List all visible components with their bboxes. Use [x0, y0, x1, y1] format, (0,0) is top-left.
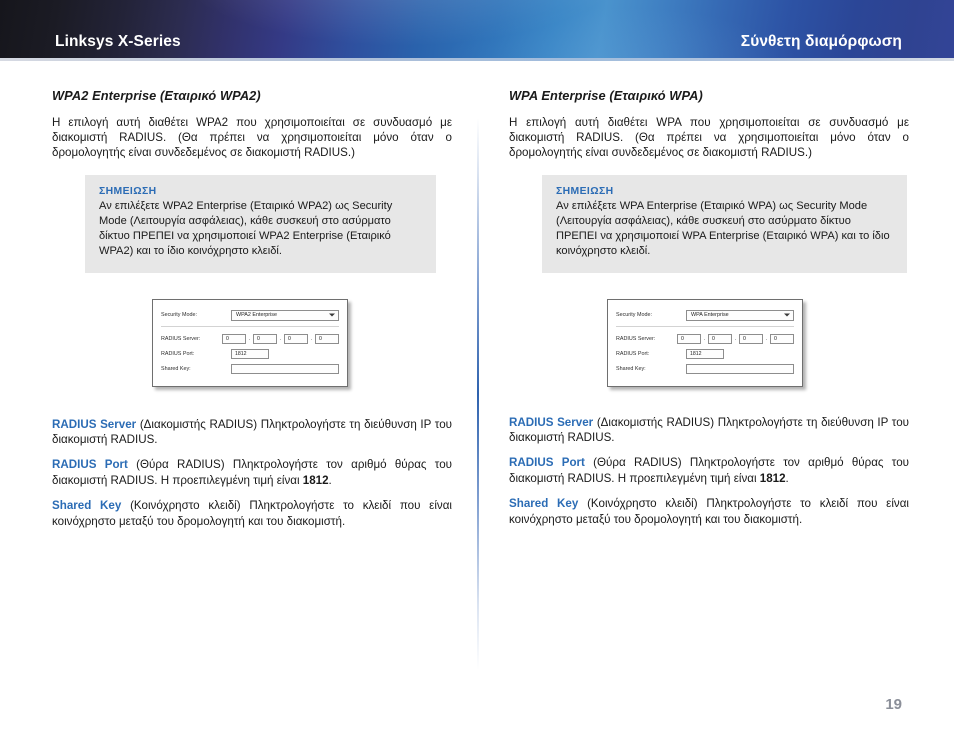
right-definition-radius-port: RADIUS Port (Θύρα RADIUS) Πληκτρολογήστε…: [509, 455, 909, 486]
right-radius-port-row: RADIUS Port: 1812: [616, 348, 794, 361]
octet-separator-3: .: [765, 336, 768, 343]
left-router-ui-figure: Security Mode: WPA2 Enterprise RADIUS Se…: [152, 298, 452, 387]
chevron-down-icon: [784, 313, 790, 317]
right-shared-key-row: Shared Key:: [616, 363, 794, 376]
right-term-radius-server: RADIUS Server: [509, 415, 594, 429]
left-radius-port-input[interactable]: 1812: [231, 349, 269, 360]
right-panel-rule: [616, 325, 794, 327]
right-shared-key-label: Shared Key:: [616, 366, 646, 373]
chevron-down-icon: [329, 313, 335, 317]
left-shared-key-label: Shared Key:: [161, 366, 191, 373]
left-intro-paragraph: Η επιλογή αυτή διαθέτει WPA2 που χρησιμο…: [52, 116, 452, 160]
right-security-mode-select[interactable]: WPA Enterprise: [686, 309, 794, 321]
left-column: WPA2 Enterprise (Εταιρικό WPA2) Η επιλογ…: [52, 88, 452, 539]
right-radius-octet-1[interactable]: 0: [677, 334, 701, 345]
left-panel-rule: [161, 325, 339, 327]
right-radius-octet-2[interactable]: 0: [708, 334, 732, 345]
right-column: WPA Enterprise (Εταιρικό WPA) Η επιλογή …: [509, 88, 909, 537]
right-definitions: RADIUS Server (Διακομιστής RADIUS) Πληκτ…: [509, 415, 909, 527]
page-number: 19: [885, 696, 902, 713]
left-section-heading: WPA2 Enterprise (Εταιρικό WPA2): [52, 88, 261, 103]
left-shared-key-input[interactable]: [231, 364, 339, 375]
left-radius-octet-1[interactable]: 0: [222, 334, 246, 345]
octet-separator-2: .: [279, 336, 282, 343]
right-note-box: ΣΗΜΕΙΩΣΗ Αν επιλέξετε WPA Enterprise (Ετ…: [542, 174, 907, 273]
right-section-heading: WPA Enterprise (Εταιρικό WPA): [509, 88, 703, 103]
right-security-mode-value: WPA Enterprise: [691, 312, 729, 319]
left-security-mode-value: WPA2 Enterprise: [236, 312, 277, 319]
right-router-ui-figure: Security Mode: WPA Enterprise RADIUS Ser…: [607, 298, 909, 387]
octet-separator-2: .: [734, 336, 737, 343]
left-term-radius-server: RADIUS Server: [52, 417, 137, 431]
left-definition-radius-server: RADIUS Server (Διακομιστής RADIUS) Πληκτ…: [52, 417, 452, 448]
octet-separator-3: .: [310, 336, 313, 343]
left-radius-server-octets: 0 . 0 . 0 . 0: [222, 334, 339, 345]
left-radius-port-label: RADIUS Port:: [161, 351, 195, 358]
left-radius-octet-3[interactable]: 0: [284, 334, 308, 345]
left-security-mode-row: Security Mode: WPA2 Enterprise: [161, 309, 339, 322]
right-security-settings-panel: Security Mode: WPA Enterprise RADIUS Ser…: [607, 298, 803, 387]
column-divider: [477, 118, 479, 670]
left-note-body: Αν επιλέξετε WPA2 Enterprise (Εταιρικό W…: [99, 199, 393, 257]
left-radius-port-row: RADIUS Port: 1812: [161, 348, 339, 361]
left-radius-server-label: RADIUS Server:: [161, 336, 201, 343]
right-radius-server-label: RADIUS Server:: [616, 336, 656, 343]
right-radius-port-default: 1812: [759, 471, 786, 485]
right-definition-radius-server: RADIUS Server (Διακομιστής RADIUS) Πληκτ…: [509, 415, 909, 446]
right-text-radius-port-after: .: [785, 471, 789, 485]
right-shared-key-input[interactable]: [686, 364, 794, 375]
right-radius-server-row: RADIUS Server: 0 . 0 . 0 . 0: [616, 333, 794, 346]
left-text-radius-port-after: .: [328, 473, 332, 487]
right-security-mode-label: Security Mode:: [616, 312, 652, 319]
right-definition-shared-key: Shared Key (Κοινόχρηστο κλειδί) Πληκτρολ…: [509, 496, 909, 527]
left-shared-key-row: Shared Key:: [161, 363, 339, 376]
section-title: Σύνθετη διαμόρφωση: [740, 33, 902, 50]
left-term-radius-port: RADIUS Port: [52, 458, 128, 472]
left-radius-port-default: 1812: [302, 473, 329, 487]
right-radius-port-label: RADIUS Port:: [616, 351, 650, 358]
right-radius-server-octets: 0 . 0 . 0 . 0: [677, 334, 794, 345]
right-radius-octet-4[interactable]: 0: [770, 334, 794, 345]
left-definition-shared-key: Shared Key (Κοινόχρηστο κλειδί) Πληκτρολ…: [52, 498, 452, 529]
right-security-mode-row: Security Mode: WPA Enterprise: [616, 309, 794, 322]
right-note-body: Αν επιλέξετε WPA Enterprise (Εταιρικό WP…: [556, 199, 890, 257]
document-page: Linksys X-Series Σύνθετη διαμόρφωση WPA2…: [0, 0, 954, 738]
left-definitions: RADIUS Server (Διακομιστής RADIUS) Πληκτ…: [52, 417, 452, 529]
right-term-shared-key: Shared Key: [509, 497, 579, 511]
left-radius-server-row: RADIUS Server: 0 . 0 . 0 . 0: [161, 333, 339, 346]
left-radius-octet-4[interactable]: 0: [315, 334, 339, 345]
left-security-mode-select[interactable]: WPA2 Enterprise: [231, 309, 339, 321]
right-intro-paragraph: Η επιλογή αυτή διαθέτει WPA που χρησιμοπ…: [509, 116, 909, 160]
left-term-shared-key: Shared Key: [52, 499, 122, 513]
left-note-title: ΣΗΜΕΙΩΣΗ: [99, 185, 157, 197]
left-security-settings-panel: Security Mode: WPA2 Enterprise RADIUS Se…: [152, 298, 348, 387]
right-radius-octet-3[interactable]: 0: [739, 334, 763, 345]
octet-separator-1: .: [703, 336, 706, 343]
header-underline-rule: [0, 58, 954, 61]
right-term-radius-port: RADIUS Port: [509, 456, 585, 470]
left-radius-octet-2[interactable]: 0: [253, 334, 277, 345]
left-security-mode-label: Security Mode:: [161, 312, 197, 319]
left-note-box: ΣΗΜΕΙΩΣΗ Αν επιλέξετε WPA2 Enterprise (Ε…: [85, 174, 436, 273]
octet-separator-1: .: [248, 336, 251, 343]
brand-title: Linksys X-Series: [55, 33, 181, 50]
right-radius-port-input[interactable]: 1812: [686, 349, 724, 360]
right-note-title: ΣΗΜΕΙΩΣΗ: [556, 185, 614, 197]
left-definition-radius-port: RADIUS Port (Θύρα RADIUS) Πληκτρολογήστε…: [52, 457, 452, 488]
